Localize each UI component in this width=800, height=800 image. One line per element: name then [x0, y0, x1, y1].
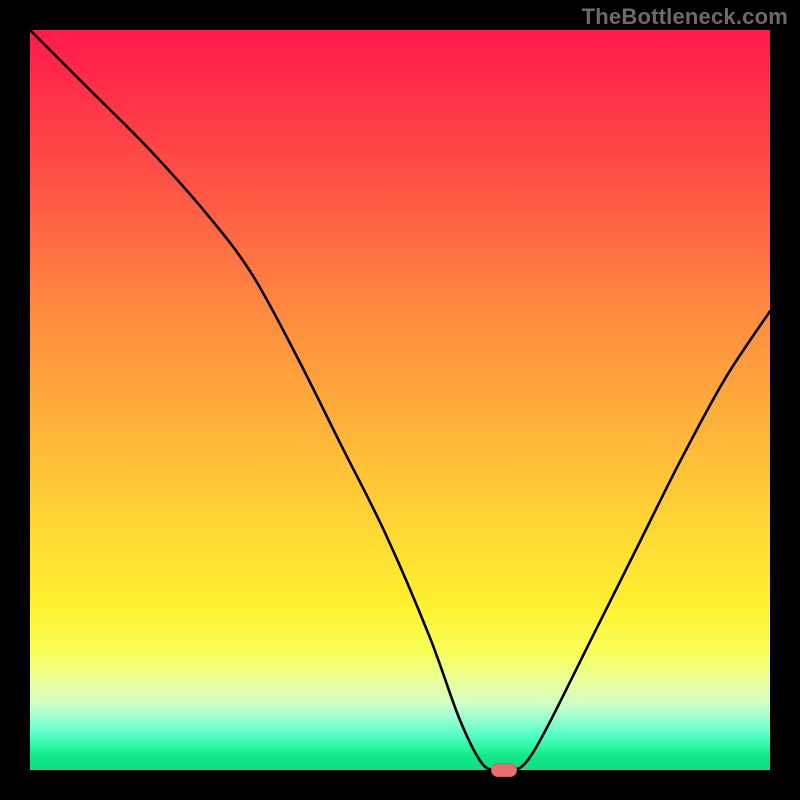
- watermark-text: TheBottleneck.com: [582, 4, 788, 30]
- chart-container: TheBottleneck.com: [0, 0, 800, 800]
- bottleneck-curve: [30, 30, 770, 770]
- plot-area: [30, 30, 770, 770]
- optimal-marker: [491, 763, 517, 777]
